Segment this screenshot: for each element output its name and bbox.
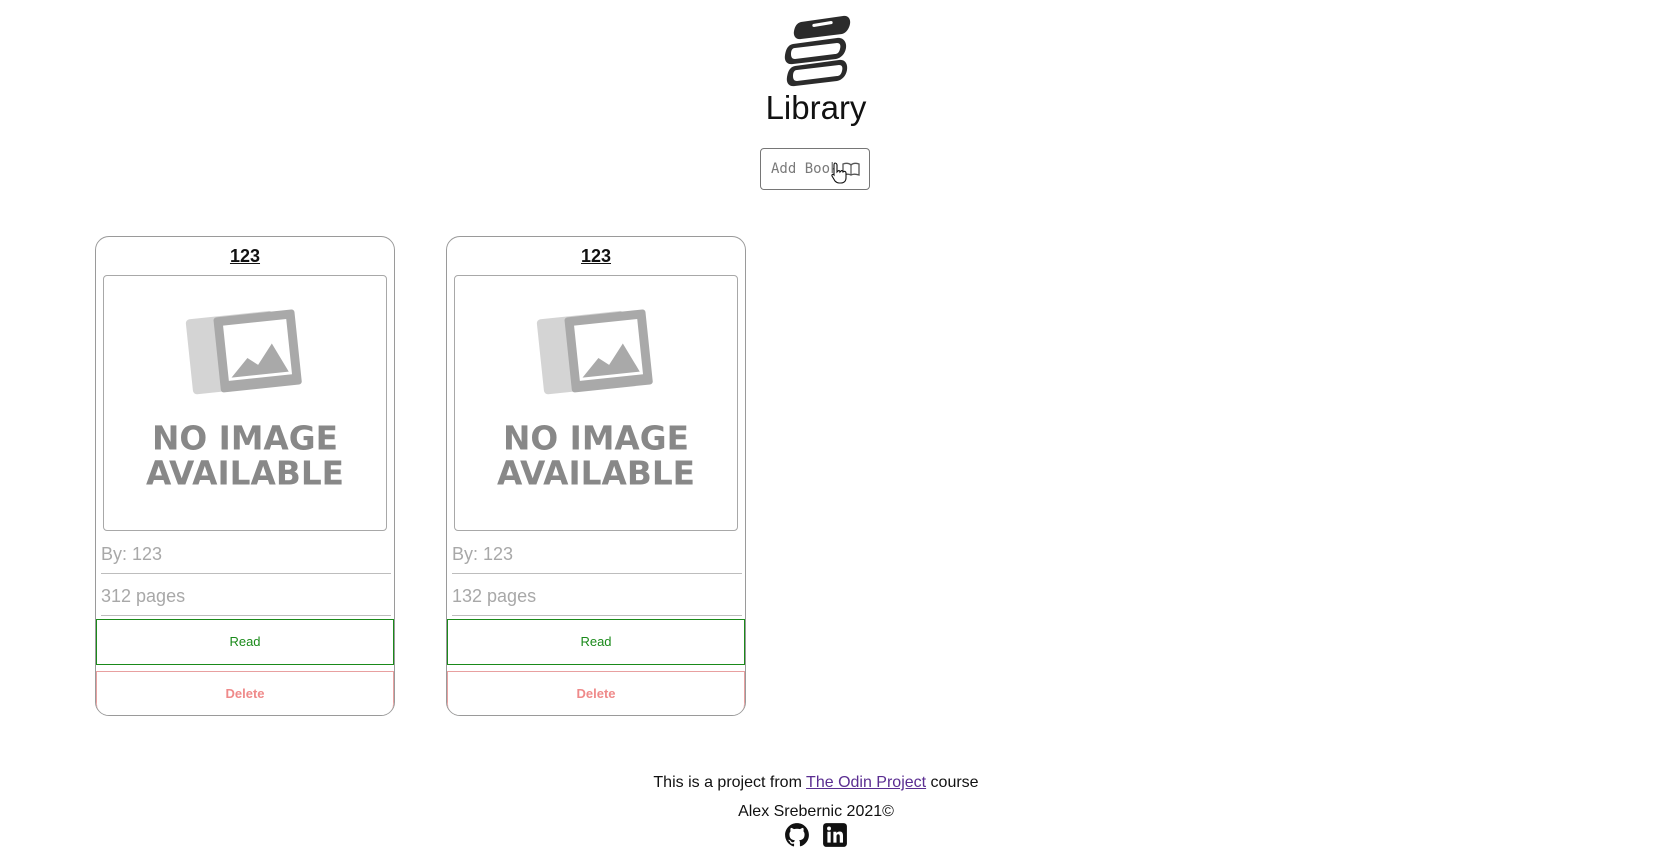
book-cover-placeholder: NO IMAGE AVAILABLE [103,275,387,531]
book-title: 123 [229,246,261,266]
github-icon[interactable] [784,822,810,848]
book-card: 123 NO IMAGE AVAILABLE By: 123 132 pages… [446,236,746,716]
no-image-line1: NO IMAGE [152,420,338,458]
book-author: By: 123 [101,536,391,574]
book-author: By: 123 [452,536,742,574]
author-credit: Alex Srebernic 2021© [738,803,894,820]
page-title: Library [765,89,867,126]
delete-book-button[interactable]: Delete [96,671,394,715]
book-title: 123 [580,246,612,266]
book-pages: 132 pages [452,578,742,616]
delete-book-button[interactable]: Delete [447,671,745,715]
book-pages: 312 pages [101,578,391,616]
book-card: 123 NO IMAGE AVAILABLE By: 123 312 pages… [95,236,395,716]
add-book-label: Add Book [771,161,839,177]
book-cover-placeholder: NO IMAGE AVAILABLE [454,275,738,531]
add-book-button[interactable]: Add Book [760,148,870,190]
no-image-line1: NO IMAGE [503,420,689,458]
read-toggle-button[interactable]: Read [96,619,394,665]
no-image-line2: AVAILABLE [497,454,695,492]
read-toggle-button[interactable]: Read [447,619,745,665]
footer-suffix: course [926,774,979,791]
social-links [0,822,1632,848]
no-image-line2: AVAILABLE [146,454,344,492]
footer-prefix: This is a project from [653,774,807,791]
books-stack-icon [781,14,853,88]
linkedin-icon[interactable] [822,822,848,848]
odin-project-link[interactable]: The Odin Project [806,774,926,791]
footer-credit-line: This is a project from The Odin Project … [0,774,1632,792]
open-book-icon [842,162,861,176]
